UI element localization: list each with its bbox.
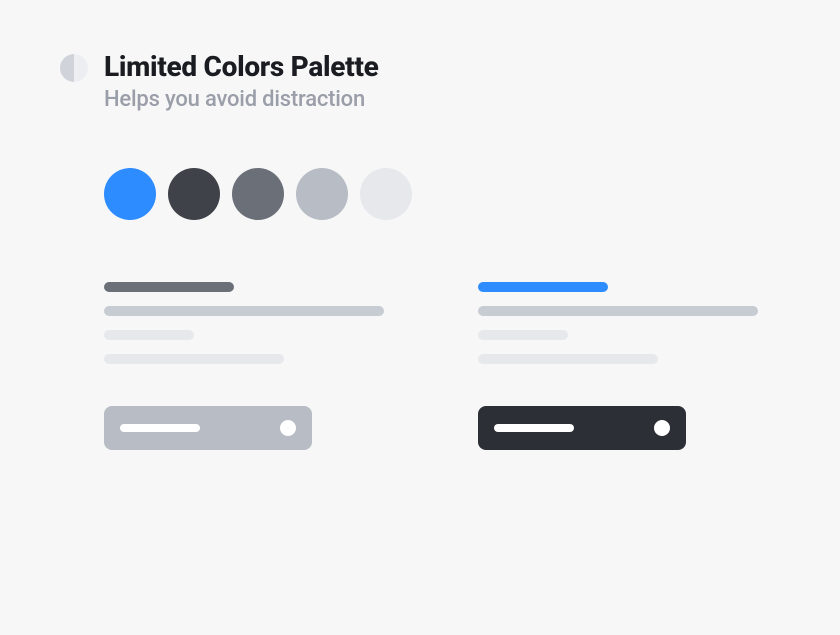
swatch-charcoal[interactable]: [168, 168, 220, 220]
example-button-light[interactable]: [104, 406, 312, 450]
example-card-right: [478, 282, 780, 450]
skeleton-title: [104, 282, 234, 292]
page-subtitle: Helps you avoid distraction: [104, 87, 379, 112]
spacer: [104, 378, 406, 392]
skeleton-line: [104, 306, 384, 316]
skeleton-line: [478, 354, 658, 364]
example-card-left: [104, 282, 406, 450]
button-indicator-dot: [654, 420, 670, 436]
swatch-pale[interactable]: [360, 168, 412, 220]
swatch-gray[interactable]: [232, 168, 284, 220]
button-label-placeholder: [120, 424, 200, 432]
button-label-placeholder: [494, 424, 574, 432]
swatch-blue[interactable]: [104, 168, 156, 220]
spacer: [478, 378, 780, 392]
content: [60, 112, 780, 450]
skeleton-title: [478, 282, 608, 292]
header-text: Limited Colors Palette Helps you avoid d…: [104, 50, 379, 112]
color-swatch-row: [104, 168, 780, 220]
example-button-dark[interactable]: [478, 406, 686, 450]
button-indicator-dot: [280, 420, 296, 436]
example-cards: [104, 282, 780, 450]
skeleton-line: [104, 354, 284, 364]
swatch-light-gray[interactable]: [296, 168, 348, 220]
page-title: Limited Colors Palette: [104, 50, 379, 83]
header: Limited Colors Palette Helps you avoid d…: [60, 50, 780, 112]
skeleton-line: [104, 330, 194, 340]
skeleton-line: [478, 330, 568, 340]
skeleton-line: [478, 306, 758, 316]
contrast-icon: [60, 54, 88, 82]
